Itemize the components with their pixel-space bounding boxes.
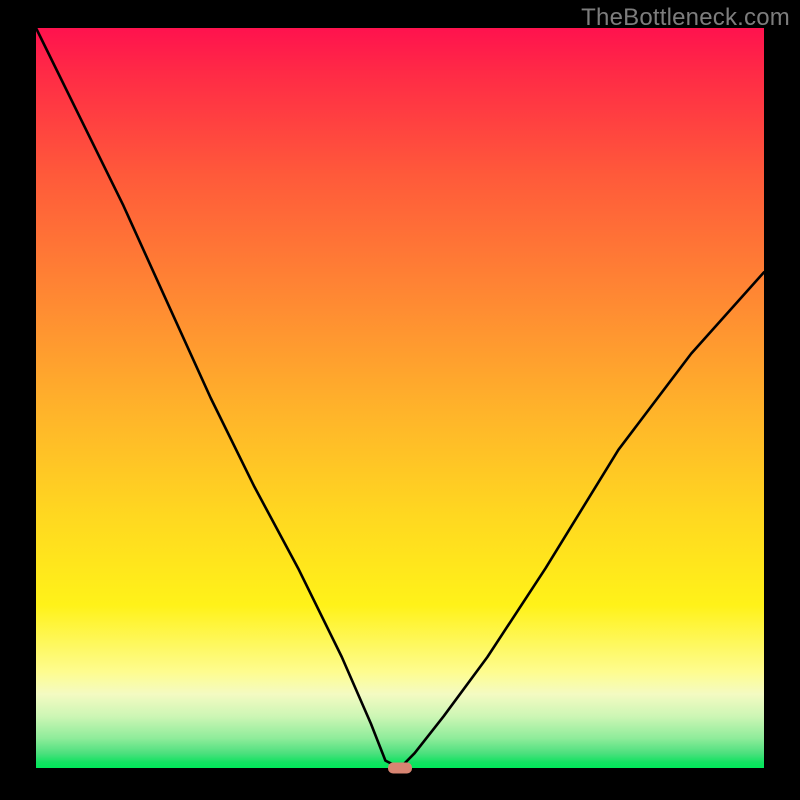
- minimum-marker: [388, 763, 412, 774]
- bottleneck-curve: [36, 28, 764, 768]
- plot-area: [36, 28, 764, 768]
- chart-frame: TheBottleneck.com: [0, 0, 800, 800]
- curve-path: [36, 28, 764, 768]
- watermark-text: TheBottleneck.com: [581, 4, 790, 32]
